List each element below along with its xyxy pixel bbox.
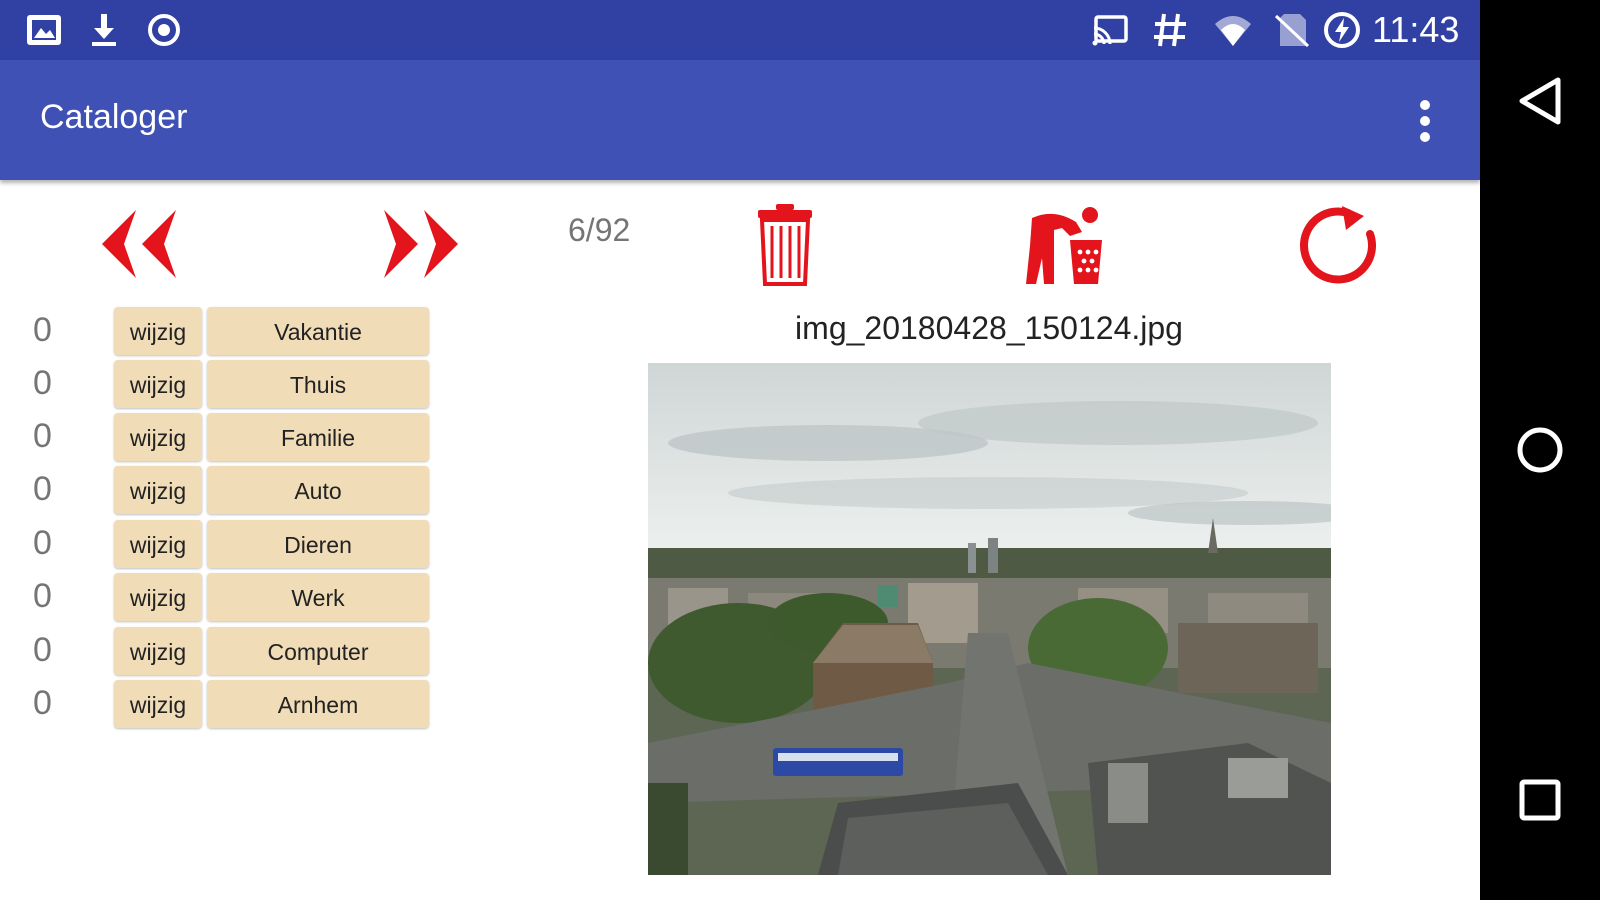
image-filename: img_20180428_150124.jpg <box>795 310 1183 346</box>
home-icon[interactable] <box>1500 410 1580 490</box>
trash-icon[interactable] <box>754 202 816 286</box>
double-chevron-left-icon[interactable] <box>96 204 182 284</box>
double-chevron-right-icon[interactable] <box>378 204 464 284</box>
category-count: 0 <box>33 684 52 722</box>
category-count: 0 <box>33 417 52 455</box>
category-button[interactable]: Auto <box>207 466 429 514</box>
category-count: 0 <box>33 524 52 562</box>
battery-charging-icon <box>1322 10 1362 50</box>
category-button[interactable]: Familie <box>207 413 429 461</box>
system-nav-bar <box>1480 0 1600 900</box>
category-row: 0 wijzig Dieren <box>0 520 440 570</box>
category-row: 0 wijzig Auto <box>0 466 440 516</box>
category-count: 0 <box>33 631 52 669</box>
hash-icon <box>1150 10 1190 50</box>
wifi-icon <box>1213 10 1253 50</box>
category-button[interactable]: Vakantie <box>207 307 429 355</box>
photo-preview[interactable] <box>648 363 1331 875</box>
record-icon <box>144 10 184 50</box>
category-row: 0 wijzig Vakantie <box>0 307 440 357</box>
edit-category-button[interactable]: wijzig <box>114 360 202 408</box>
status-time: 11:43 <box>1372 9 1460 50</box>
no-sim-icon <box>1272 10 1312 50</box>
category-button[interactable]: Thuis <box>207 360 429 408</box>
category-button[interactable]: Dieren <box>207 520 429 568</box>
category-count: 0 <box>33 364 52 402</box>
edit-category-button[interactable]: wijzig <box>114 413 202 461</box>
category-row: 0 wijzig Computer <box>0 627 440 677</box>
category-row: 0 wijzig Arnhem <box>0 680 440 730</box>
category-count: 0 <box>33 577 52 615</box>
edit-category-button[interactable]: wijzig <box>114 520 202 568</box>
status-bar: 11:43 <box>0 0 1480 60</box>
edit-category-button[interactable]: wijzig <box>114 307 202 355</box>
back-icon[interactable] <box>1500 60 1580 140</box>
recents-icon[interactable] <box>1500 760 1580 840</box>
category-row: 0 wijzig Thuis <box>0 360 440 410</box>
cast-icon <box>1090 10 1130 50</box>
category-count: 0 <box>33 470 52 508</box>
edit-category-button[interactable]: wijzig <box>114 680 202 728</box>
app-title: Cataloger <box>40 98 188 136</box>
category-button[interactable]: Werk <box>207 573 429 621</box>
image-counter: 6/92 <box>568 212 631 248</box>
download-icon <box>84 10 124 50</box>
category-row: 0 wijzig Familie <box>0 413 440 463</box>
app-bar: Cataloger <box>0 60 1480 180</box>
edit-category-button[interactable]: wijzig <box>114 627 202 675</box>
category-row: 0 wijzig Werk <box>0 573 440 623</box>
edit-category-button[interactable]: wijzig <box>114 573 202 621</box>
more-vert-icon[interactable] <box>1405 96 1445 146</box>
person-trash-icon[interactable] <box>1024 206 1104 286</box>
category-button[interactable]: Arnhem <box>207 680 429 728</box>
category-count: 0 <box>33 311 52 349</box>
category-button[interactable]: Computer <box>207 627 429 675</box>
photo-notification-icon <box>24 10 64 50</box>
rotate-icon[interactable] <box>1298 204 1382 288</box>
edit-category-button[interactable]: wijzig <box>114 466 202 514</box>
